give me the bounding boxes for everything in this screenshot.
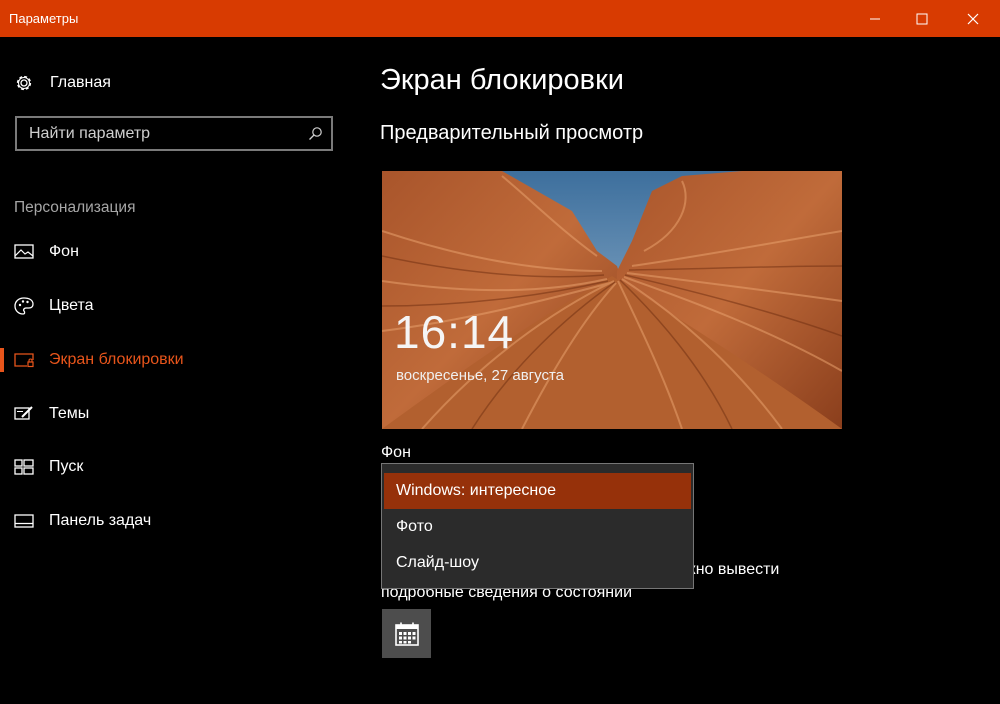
- lock-screen-icon: [14, 351, 34, 369]
- themes-icon: [14, 405, 34, 423]
- sidebar-item-lock-screen[interactable]: Экран блокировки: [0, 341, 340, 379]
- close-button[interactable]: [950, 0, 996, 37]
- page-title: Экран блокировки: [380, 64, 624, 96]
- minimize-icon: [870, 18, 880, 19]
- sidebar-item-start[interactable]: Пуск: [0, 448, 340, 486]
- sidebar-item-label: Фон: [49, 243, 79, 260]
- calendar-icon: [394, 622, 419, 646]
- sidebar-item-colors[interactable]: Цвета: [0, 287, 340, 325]
- sidebar-item-background[interactable]: Фон: [0, 233, 340, 271]
- sidebar-item-label: Панель задач: [49, 512, 152, 529]
- search-input[interactable]: Найти параметр: [15, 116, 333, 151]
- home-label: Главная: [50, 74, 111, 91]
- gear-icon: [16, 75, 32, 91]
- picture-icon: [14, 243, 34, 261]
- maximize-icon: [916, 13, 928, 24]
- palette-icon: [14, 297, 34, 315]
- home-link[interactable]: Главная: [14, 72, 111, 94]
- sidebar-item-label: Экран блокировки: [49, 351, 184, 368]
- close-icon: [967, 13, 979, 24]
- sidebar-item-themes[interactable]: Темы: [0, 395, 340, 433]
- dropdown-option-photo[interactable]: Фото: [384, 509, 691, 545]
- title-bar: Параметры: [0, 0, 1000, 37]
- dropdown-option-slideshow[interactable]: Слайд-шоу: [384, 545, 691, 581]
- search-placeholder: Найти параметр: [29, 124, 151, 142]
- start-icon: [14, 458, 34, 476]
- preview-clock: 16:14: [394, 306, 515, 358]
- preview-date: воскресенье, 27 августа: [396, 367, 565, 384]
- dropdown-option-label: Фото: [396, 518, 433, 535]
- sidebar-item-label: Пуск: [49, 458, 84, 475]
- dropdown-option-label: Слайд-шоу: [396, 554, 479, 571]
- maximize-button[interactable]: [899, 0, 945, 37]
- minimize-button[interactable]: [852, 0, 898, 37]
- lock-screen-preview: 16:14 воскресенье, 27 августа: [382, 171, 842, 429]
- window-title: Параметры: [9, 11, 79, 26]
- sidebar-item-label: Цвета: [49, 297, 94, 314]
- taskbar-icon: [14, 512, 34, 530]
- dropdown-option-label: Windows: интересное: [396, 482, 557, 499]
- preview-wallpaper-image: [382, 171, 842, 429]
- calendar-app-button[interactable]: [382, 609, 431, 658]
- sidebar-item-taskbar[interactable]: Панель задач: [0, 502, 340, 540]
- sidebar-item-label: Темы: [49, 405, 90, 422]
- search-icon[interactable]: [307, 126, 323, 142]
- background-label: Фон: [381, 444, 411, 461]
- preview-header: Предварительный просмотр: [380, 122, 644, 144]
- active-indicator: [0, 348, 4, 372]
- background-dropdown-list[interactable]: Windows: интересное Фото Слайд-шоу: [381, 463, 694, 589]
- section-label-personalization: Персонализация: [14, 199, 136, 216]
- dropdown-option-windows-spotlight[interactable]: Windows: интересное: [384, 473, 691, 509]
